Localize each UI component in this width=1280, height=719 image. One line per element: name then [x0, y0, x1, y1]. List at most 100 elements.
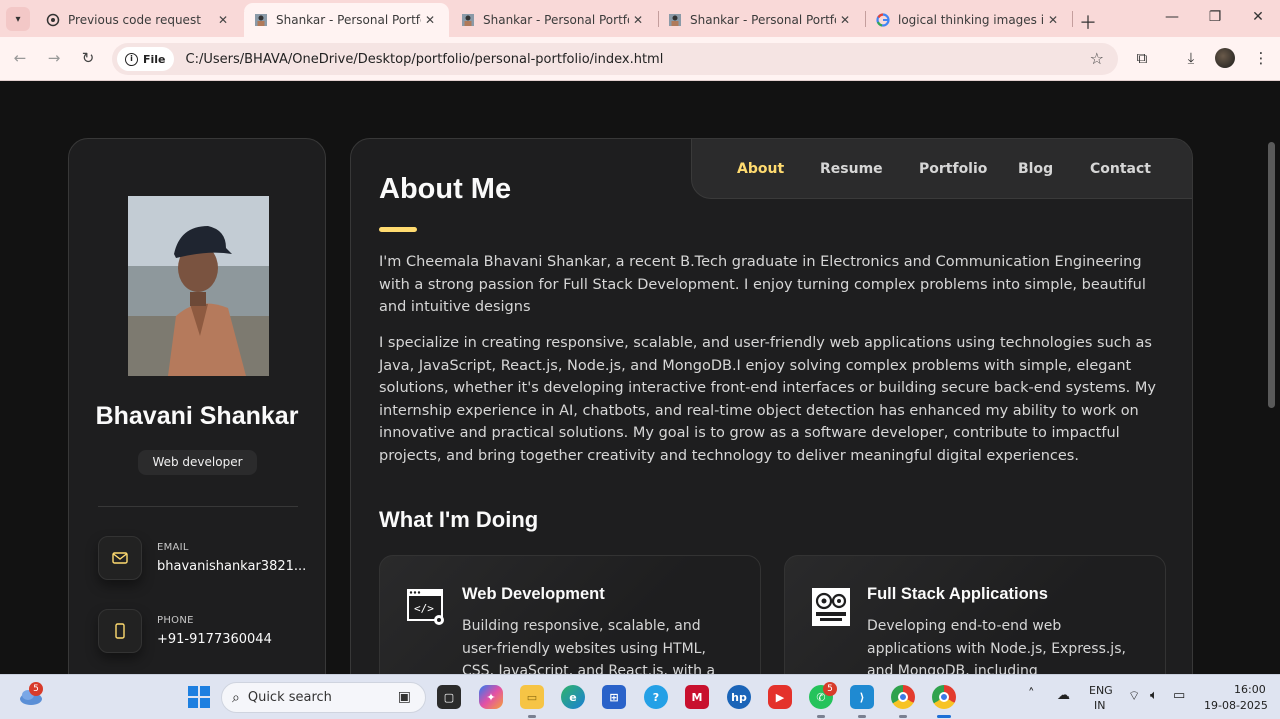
chrome-icon [898, 692, 908, 702]
clock-date[interactable]: 19-08-2025 [1204, 699, 1268, 712]
play-icon: ▶ [775, 690, 785, 704]
close-icon: ✕ [1252, 9, 1264, 25]
phone-value[interactable]: +91-9177360044 [157, 632, 307, 647]
tab-0[interactable]: Previous code request ✕ [36, 3, 242, 37]
taskbar-hp[interactable]: hp [727, 685, 751, 709]
service-title: Full Stack Applications [867, 585, 1048, 603]
tab-title: Previous code request [68, 13, 201, 27]
info-icon: i [125, 52, 138, 66]
close-icon[interactable]: ✕ [1044, 13, 1062, 27]
reload-icon: ↻ [81, 49, 95, 67]
taskbar-store[interactable]: ⊞ [602, 685, 626, 709]
svg-text:</>: </> [414, 602, 434, 615]
speaker-icon[interactable]: 🔈︎ [1150, 688, 1158, 703]
kebab-menu-icon: ⋮ [1253, 49, 1269, 67]
tab-divider [1072, 11, 1073, 27]
extensions-button[interactable]: ⧉ [1131, 49, 1153, 67]
hp-icon: hp [731, 690, 747, 704]
email-icon-box [98, 536, 142, 580]
camera-icon: ▣ [397, 689, 411, 705]
windows-logo-icon [188, 686, 210, 708]
close-icon[interactable]: ✕ [629, 13, 647, 27]
about-paragraph-1: I'm Cheemala Bhavani Shankar, a recent B… [379, 254, 1146, 315]
search-icon: ⌕ [232, 689, 240, 706]
taskbar-edge[interactable]: e [561, 685, 585, 709]
battery-icon[interactable]: ▭ [1173, 688, 1185, 703]
profile-name: Bhavani Shankar [95, 402, 299, 430]
menu-button[interactable]: ⋮ [1250, 49, 1272, 67]
app-icon: ? [652, 690, 660, 704]
region-label[interactable]: IN [1094, 699, 1105, 712]
scrollbar-thumb[interactable] [1268, 142, 1275, 408]
new-tab-button[interactable]: ＋ [1079, 9, 1097, 35]
close-icon[interactable]: ✕ [214, 13, 232, 27]
weather-badge: 5 [29, 682, 43, 696]
taskbar-chrome-profile-2[interactable] [932, 685, 956, 709]
taskbar-file-explorer[interactable]: ▭ [520, 685, 544, 709]
reload-button[interactable]: ↻ [78, 49, 98, 67]
section-title: What I'm Doing [379, 507, 539, 532]
gears-monitor-icon [812, 588, 850, 626]
page-viewport: Bhavani Shankar Web developer EMAIL bhav… [0, 82, 1264, 674]
taskbar-youtube[interactable]: ▶ [768, 685, 792, 709]
tab-title: Shankar - Personal Portfolio [276, 13, 421, 27]
running-indicator [528, 715, 536, 718]
window-close-button[interactable]: ✕ [1248, 9, 1268, 25]
language-label[interactable]: ENG [1089, 684, 1113, 697]
taskbar-mcafee[interactable]: M [685, 685, 709, 709]
taskbar-search[interactable]: ⌕ Quick search ▣ [221, 682, 426, 713]
openai-icon [46, 13, 60, 27]
service-text: Developing end-to-end web applications w… [867, 618, 1126, 674]
email-value[interactable]: bhavanishankar3821... [157, 559, 307, 574]
about-paragraph-2: I specialize in creating responsive, sca… [379, 335, 1156, 464]
tab-title: Shankar - Personal Portfolio [690, 13, 836, 27]
taskbar-task-view[interactable]: ▢ [437, 685, 461, 709]
nav-resume[interactable]: Resume [820, 161, 883, 177]
email-label: EMAIL [157, 542, 189, 553]
chrome-icon [939, 692, 949, 702]
role-badge: Web developer [138, 450, 257, 475]
tab-title: logical thinking images icon [898, 13, 1044, 27]
tab-3[interactable]: Shankar - Personal Portfolio ✕ [658, 3, 864, 37]
tab-1[interactable]: Shankar - Personal Portfolio ✕ [244, 3, 449, 37]
shield-icon: M [691, 690, 703, 704]
plus-icon: ＋ [1079, 13, 1097, 34]
taskbar-vscode[interactable]: ⟩ [850, 685, 874, 709]
whatsapp-badge: 5 [823, 682, 837, 696]
chevron-up-icon[interactable]: ˄ [1028, 687, 1035, 702]
nav-contact[interactable]: Contact [1090, 161, 1151, 177]
nav-portfolio[interactable]: Portfolio [919, 161, 987, 177]
downloads-button[interactable]: ⤓ [1180, 49, 1202, 67]
taskbar-app-blue[interactable]: ? [644, 685, 668, 709]
profile-avatar[interactable] [1215, 48, 1235, 68]
network-alert-icon[interactable]: ☁ [1057, 688, 1070, 703]
close-icon[interactable]: ✕ [836, 13, 854, 27]
bookmark-star-icon[interactable]: ☆ [1090, 49, 1104, 68]
download-icon: ⤓ [1187, 49, 1195, 67]
page-thumbnail-icon [669, 14, 681, 26]
taskbar-chrome-profile-1[interactable] [891, 685, 915, 709]
phone-label: PHONE [157, 615, 194, 626]
close-icon[interactable]: ✕ [421, 13, 439, 27]
taskbar-copilot[interactable]: ✦ [479, 685, 503, 709]
clock-time[interactable]: 16:00 [1234, 683, 1266, 696]
vscode-icon: ⟩ [859, 690, 865, 704]
page-scrollbar[interactable] [1264, 82, 1280, 674]
start-button[interactable] [187, 685, 211, 709]
minimize-button[interactable]: — [1162, 9, 1182, 25]
nav-about[interactable]: About [737, 161, 784, 177]
forward-button[interactable]: → [44, 49, 64, 67]
tab-search-button[interactable]: ▾ [6, 7, 30, 31]
tab-2[interactable]: Shankar - Personal Portfolio ✕ [451, 3, 657, 37]
nav-blog[interactable]: Blog [1018, 161, 1053, 177]
page-thumbnail-icon [255, 14, 267, 26]
address-bar[interactable]: i File C:/Users/BHAVA/OneDrive/Desktop/p… [112, 43, 1118, 75]
tab-4[interactable]: logical thinking images icon ✕ [866, 3, 1072, 37]
running-indicator [858, 715, 866, 718]
url-text[interactable]: C:/Users/BHAVA/OneDrive/Desktop/portfoli… [186, 52, 664, 67]
site-info-chip[interactable]: i File [117, 47, 174, 71]
restore-button[interactable]: ❐ [1205, 9, 1225, 25]
back-button[interactable]: ← [10, 49, 30, 67]
wifi-icon[interactable]: ⌔ [1128, 688, 1140, 704]
puzzle-icon: ⧉ [1136, 49, 1148, 67]
